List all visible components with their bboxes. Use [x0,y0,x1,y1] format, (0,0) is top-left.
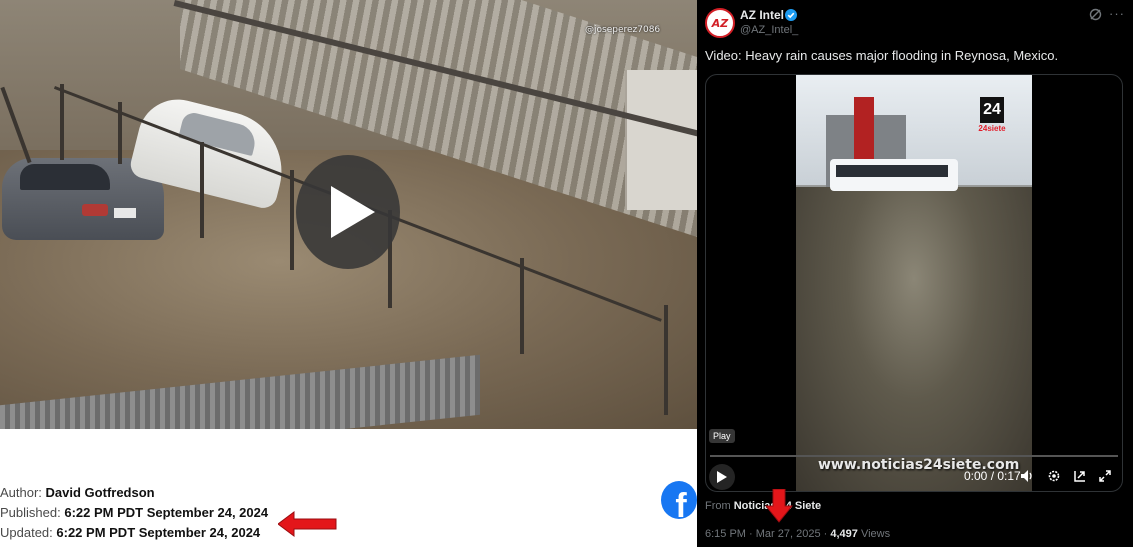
video-progress-bar[interactable] [710,455,1118,457]
updated-date: 6:22 PM PDT September 24, 2024 [56,525,261,540]
video-play-button[interactable] [709,464,735,490]
red-arrow-down-icon [765,489,793,523]
author-label: Author: [0,485,42,500]
play-icon [331,186,375,238]
24siete-logo: 24 24siete [978,97,1006,137]
play-button[interactable] [296,155,400,269]
play-badge: Play [709,429,735,443]
facebook-icon: f [675,487,687,519]
verified-badge-icon [785,9,797,21]
avatar[interactable]: AZ [705,8,735,38]
facebook-share-button[interactable]: f [661,481,697,519]
updated-row: Updated: 6:22 PM PDT September 24, 2024 [0,523,268,543]
tweet-panel: AZ AZ Intel @AZ_Intel_ ··· Video: Heavy … [697,0,1133,547]
fence-post [60,84,64,160]
published-label: Published: [0,505,61,520]
video-frame: 24 24siete [796,75,1032,491]
grok-icon[interactable] [1089,8,1102,21]
tweet-timestamp-row: 6:15 PM · Mar 27, 2025 · 4,497 Views [705,528,890,540]
published-date: 6:22 PM PDT September 24, 2024 [64,505,269,520]
fence-post [290,170,294,270]
avatar-text: AZ [711,16,729,30]
tweet-author-name[interactable]: AZ Intel [740,8,784,22]
fence-post [520,258,524,354]
tweet-text: Video: Heavy rain causes major flooding … [705,48,1059,63]
fullscreen-icon[interactable] [1098,469,1112,483]
picture-in-picture-icon[interactable] [1073,469,1087,483]
tweet-timestamp[interactable]: 6:15 PM · Mar 27, 2025 · [705,528,827,540]
play-icon [717,471,727,483]
red-arrow-left-icon [278,511,337,537]
author-row: Author: David Gotfredson [0,483,268,503]
video-time: 0:00 / 0:17 [964,469,1021,483]
video-watermark: @joseperez7086 [585,25,661,35]
from-source: From Noticias 24 Siete [705,500,821,512]
published-row: Published: 6:22 PM PDT September 24, 202… [0,503,268,523]
fence-post [200,142,204,238]
article-video[interactable]: @joseperez7086 [0,0,697,429]
settings-gear-icon[interactable] [1047,469,1061,483]
from-prefix: From [705,500,731,512]
more-options-icon[interactable]: ··· [1109,6,1125,21]
author-name[interactable]: David Gotfredson [46,485,155,500]
views-count: 4,497 [830,528,858,540]
tweet-handle[interactable]: @AZ_Intel_ [740,24,798,36]
background-building [625,70,697,210]
volume-icon[interactable] [1020,469,1034,483]
updated-label: Updated: [0,525,53,540]
article-meta: Author: David Gotfredson Published: 6:22… [0,483,268,543]
tweet-video[interactable]: 24 24siete www.noticias24siete.com Play … [705,74,1123,492]
article-panel: @joseperez7086 Author: David Gotfredson … [0,0,697,547]
fence-post [664,305,668,415]
views-label: Views [860,528,891,540]
